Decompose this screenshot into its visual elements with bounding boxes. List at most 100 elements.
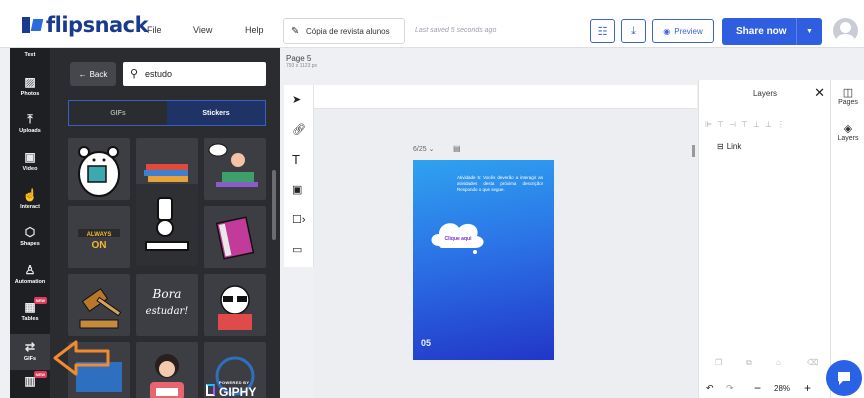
back-button[interactable]: ← Back — [70, 62, 116, 86]
tab-layers[interactable]: ◈ Layers — [831, 122, 864, 142]
download-icon: ⤓ — [631, 24, 636, 37]
align-bottom-icon[interactable]: ⊥ — [765, 120, 777, 129]
cloud-shape[interactable]: Clique aqui — [427, 216, 487, 254]
duplicate-icon[interactable]: ⧉ — [746, 358, 752, 368]
lock-icon[interactable]: ⌂ — [776, 358, 781, 367]
sticker-student-desk[interactable] — [204, 138, 266, 200]
page-counter[interactable]: 6/25 ⌄ ▤ — [413, 144, 461, 153]
editor-root: flipsnack File View Help ✎ Cópia de revi… — [0, 0, 864, 398]
document-name: Cópia de revista alunos — [306, 26, 390, 36]
sticker-bear[interactable] — [68, 138, 130, 200]
close-icon[interactable]: ✕ — [814, 85, 825, 101]
panel-scrollbar[interactable] — [272, 170, 276, 240]
canvas-toolbar: ➤ 🔗︎ T ▣ ☐› ▭ — [284, 85, 314, 267]
link-icon[interactable]: 🔗︎ — [292, 123, 306, 136]
search-input[interactable]: ⚲ estudo — [123, 62, 266, 86]
sticker-bora-estudar[interactable]: Bora estudar! — [136, 274, 198, 336]
sticker-notebook[interactable] — [204, 206, 266, 268]
rail-item-label: GIFs — [23, 356, 37, 362]
distribute-icon[interactable]: ⋮ — [777, 120, 790, 129]
sticker-girl-reading[interactable] — [136, 342, 198, 398]
student-desk-icon — [208, 143, 258, 187]
align-middle-icon[interactable]: ⊥ — [753, 120, 765, 129]
interact-icon: ☝ — [22, 188, 38, 202]
page-size: 793 x 1123 px — [286, 63, 318, 69]
menu-file[interactable]: File — [147, 25, 162, 35]
svg-text:Bora: Bora — [152, 287, 182, 301]
rail-item-shapes[interactable]: ⬡ Shapes — [10, 225, 50, 247]
rail-item-video[interactable]: ▣ Video — [10, 150, 50, 172]
sticker-gavel[interactable] — [68, 274, 130, 336]
rail-item-gifs[interactable]: ⇄ GIFs — [10, 334, 50, 370]
video-tool-icon[interactable]: ▣ — [292, 183, 302, 196]
svg-text:ON: ON — [92, 240, 107, 251]
user-avatar[interactable] — [833, 18, 858, 43]
photos-icon: ▨ — [24, 75, 36, 89]
menu-view[interactable]: View — [193, 25, 212, 35]
share-now-button[interactable]: Share now ▼ — [722, 18, 822, 45]
align-top-icon[interactable]: ⊤ — [741, 120, 753, 129]
rail-item-label: Text — [24, 52, 36, 58]
undo-icon[interactable]: ↶ — [706, 383, 714, 394]
bora-estudar-text-icon: Bora estudar! — [146, 287, 189, 317]
zoom-out-button[interactable]: − — [754, 381, 761, 395]
preview-button[interactable]: ◉ Preview — [652, 19, 714, 43]
select-pointer-icon[interactable]: ➤ — [292, 93, 301, 106]
flipsnack-logo-icon — [22, 17, 42, 33]
shape-tool-icon[interactable]: ☐› — [292, 213, 306, 226]
brand-logo[interactable]: flipsnack — [22, 13, 149, 37]
chat-support-button[interactable] — [826, 360, 862, 396]
rail-item-photos[interactable]: ▨ Photos — [10, 75, 50, 97]
flipbook-page[interactable]: Atividade 5: Vocês deverão a interagir a… — [413, 160, 554, 360]
eye-icon: ◉ — [663, 26, 671, 36]
brand-name: flipsnack — [46, 13, 149, 37]
sticker-always-on[interactable]: ALWAYS ON — [68, 206, 130, 268]
save-status: Last saved 5 seconds ago — [415, 27, 497, 34]
layers-icon: ◈ — [843, 123, 853, 135]
sticker-character-glasses[interactable] — [204, 274, 266, 336]
share-dropdown-caret[interactable]: ▼ — [796, 18, 822, 45]
text-tool-icon[interactable]: T — [292, 152, 300, 167]
align-center-icon[interactable]: ⊤ — [717, 120, 729, 129]
download-button[interactable]: ⤓ — [621, 19, 646, 43]
rail-item-tables[interactable]: NEW ▦ Tables — [10, 297, 50, 322]
giphy-logo-icon — [206, 383, 215, 396]
pencil-icon: ✎ — [291, 26, 300, 37]
notes-icon[interactable]: ▤ — [453, 144, 461, 153]
tab-pages[interactable]: ◫ Pages — [831, 86, 864, 106]
preview-label: Preview — [674, 26, 703, 36]
new-badge: NEW — [33, 371, 47, 378]
menu-help[interactable]: Help — [245, 25, 264, 35]
tab-gifs[interactable]: GIFs — [69, 101, 167, 125]
rail-item-charts[interactable]: NEW ▥ — [10, 371, 50, 390]
comment-tool-icon[interactable]: ▭ — [292, 243, 302, 256]
rail-item-automation[interactable]: ♙ Automation — [10, 263, 50, 285]
tab-stickers[interactable]: Stickers — [167, 101, 265, 125]
redo-icon[interactable]: ↷ — [726, 383, 734, 394]
document-name-field[interactable]: ✎ Cópia de revista alunos — [283, 18, 405, 44]
rail-item-interact[interactable]: ☝ Interact — [10, 188, 50, 210]
sticker-microscope[interactable] — [136, 184, 198, 266]
tab-label: Stickers — [202, 109, 230, 117]
chevron-down-icon: ▼ — [806, 28, 813, 35]
rail-item-label: Photos — [20, 91, 40, 97]
rail-item-text[interactable]: Text — [10, 52, 50, 58]
new-badge: NEW — [33, 297, 47, 304]
canvas-top-strip — [314, 85, 697, 109]
rail-item-label: Interact — [20, 204, 40, 210]
media-tabs: GIFs Stickers — [68, 100, 266, 126]
cloud-link-text: Clique aqui — [445, 236, 473, 242]
align-right-icon[interactable]: ⊣ — [729, 120, 741, 129]
chevron-down-icon: ⌄ — [428, 146, 435, 153]
settings-sliders-button[interactable]: ☷ — [590, 19, 615, 43]
page-info: Page 5 793 x 1123 px — [286, 54, 317, 69]
trash-icon[interactable]: ⌫ — [807, 358, 818, 367]
align-left-icon[interactable]: ⊫ — [705, 120, 717, 129]
rail-item-uploads[interactable]: ⤒ Uploads — [10, 112, 50, 134]
page-counter-value: 6/25 — [413, 146, 427, 153]
zoom-in-button[interactable]: + — [804, 381, 811, 395]
canvas-scroll-indicator[interactable] — [692, 145, 695, 157]
layer-item-link[interactable]: ⊟ Link — [717, 142, 741, 151]
copy-icon[interactable]: ❐ — [715, 358, 722, 367]
video-icon: ▣ — [24, 150, 36, 164]
